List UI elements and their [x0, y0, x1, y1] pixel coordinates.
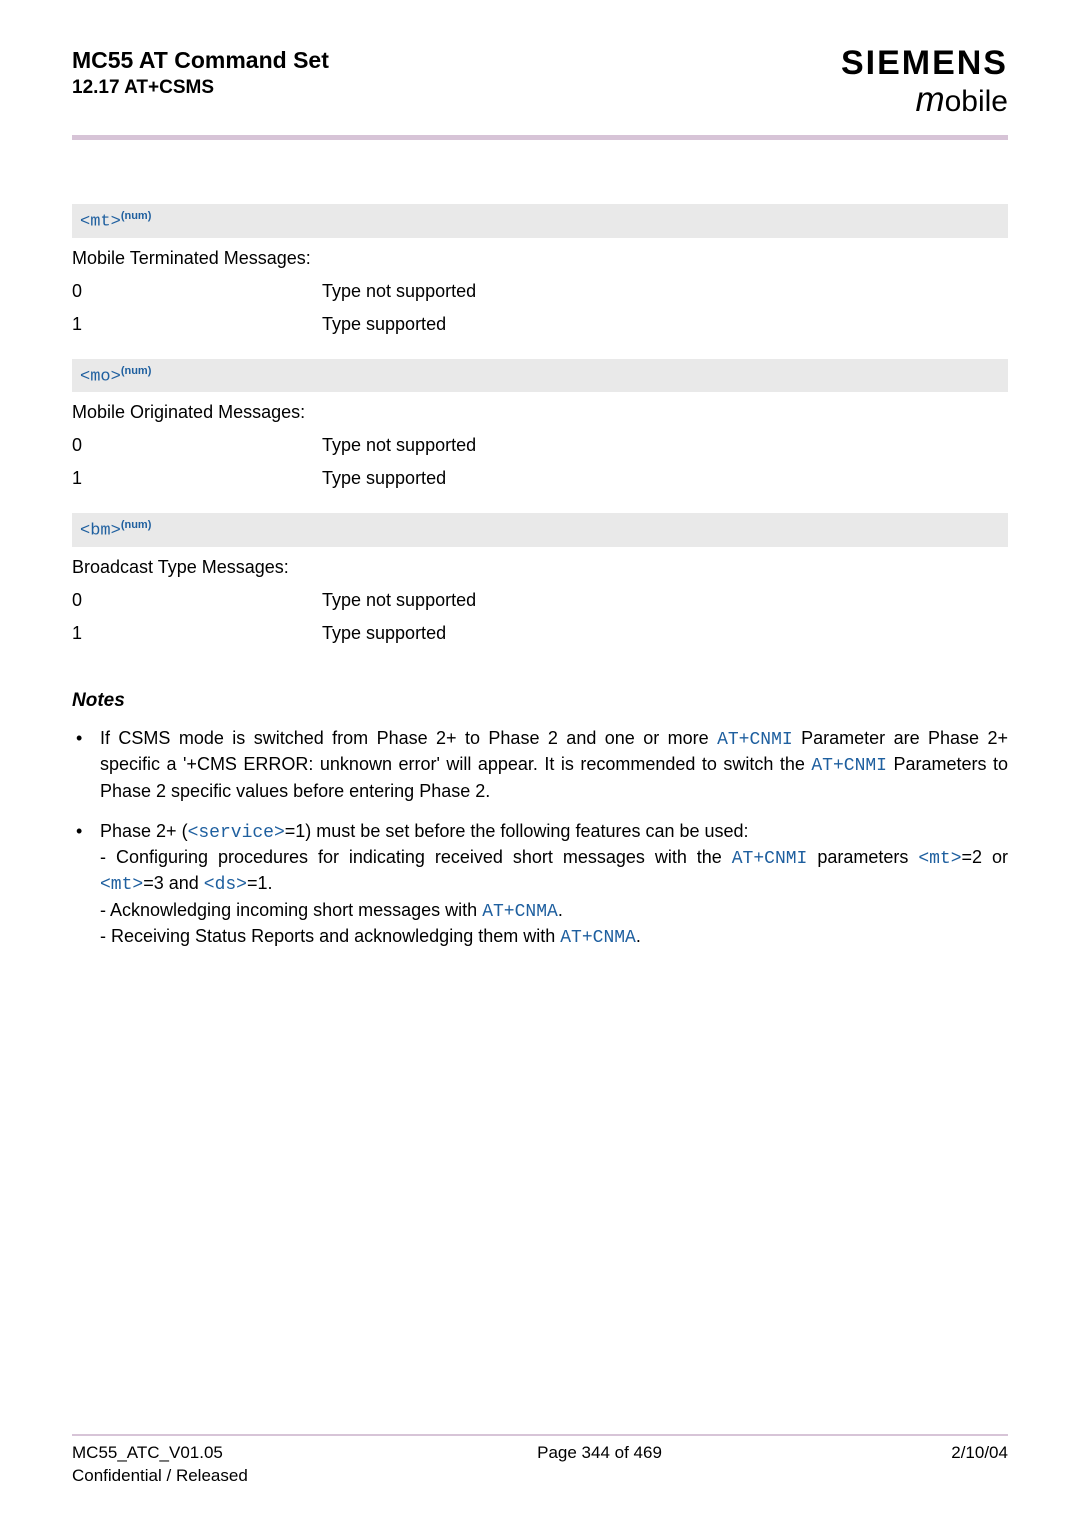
- param-sup-mo: (num): [121, 365, 152, 377]
- note-text: .: [558, 900, 563, 920]
- brand-mobile-rest: obile: [945, 85, 1008, 118]
- code-mt: <mt>: [918, 849, 961, 869]
- doc-subtitle: 12.17 AT+CSMS: [72, 76, 329, 101]
- param-value: Type supported: [322, 617, 1008, 650]
- param-header-bm: <bm>(num): [72, 513, 1008, 547]
- table-row: 1 Type supported: [72, 617, 1008, 650]
- table-row: 0 Type not supported: [72, 584, 1008, 617]
- notes-list: If CSMS mode is switched from Phase 2+ t…: [72, 726, 1008, 966]
- code-service: <service>: [188, 823, 285, 843]
- code-atcnma: AT+CNMA: [560, 928, 636, 948]
- param-key: 1: [72, 462, 322, 495]
- note-subline: - Configuring procedures for indicating …: [100, 845, 1008, 898]
- note-text: =1) must be set before the following fea…: [285, 821, 749, 841]
- param-value: Type supported: [322, 308, 1008, 341]
- param-key: 1: [72, 308, 322, 341]
- param-value: Type supported: [322, 462, 1008, 495]
- param-key: 0: [72, 584, 322, 617]
- code-ds: <ds>: [204, 875, 247, 895]
- brand-siemens: SIEMENS: [841, 46, 1008, 80]
- param-desc-bm: Broadcast Type Messages:: [72, 547, 1008, 584]
- notes-heading: Notes: [72, 690, 1008, 712]
- footer-version: MC55_ATC_V01.05: [72, 1442, 248, 1465]
- note-item: If CSMS mode is switched from Phase 2+ t…: [72, 726, 1008, 803]
- footer-row: MC55_ATC_V01.05 Confidential / Released …: [72, 1442, 1008, 1488]
- note-text: - Acknowledging incoming short messages …: [100, 900, 482, 920]
- note-text: =1.: [247, 873, 273, 893]
- param-section-bm: <bm>(num) Broadcast Type Messages: 0 Typ…: [72, 513, 1008, 650]
- note-subline: - Receiving Status Reports and acknowled…: [100, 924, 1008, 950]
- note-text: =2 or: [962, 847, 1008, 867]
- param-header-mo: <mo>(num): [72, 359, 1008, 393]
- note-text: parameters: [807, 847, 918, 867]
- param-key: 0: [72, 429, 322, 462]
- note-item: Phase 2+ (<service>=1) must be set befor…: [72, 819, 1008, 950]
- param-sup-bm: (num): [121, 519, 152, 531]
- brand-mobile: mobile: [841, 82, 1008, 117]
- param-desc-mt: Mobile Terminated Messages:: [72, 238, 1008, 275]
- note-text: =3 and: [143, 873, 204, 893]
- table-row: 1 Type supported: [72, 308, 1008, 341]
- param-table-bm: 0 Type not supported 1 Type supported: [72, 584, 1008, 650]
- footer-confidential: Confidential / Released: [72, 1465, 248, 1488]
- param-sup-mt: (num): [121, 210, 152, 222]
- param-code-mt: <mt>: [80, 213, 121, 232]
- code-atcnmi: AT+CNMI: [732, 849, 808, 869]
- param-code-bm: <bm>: [80, 522, 121, 541]
- brand-logo: SIEMENS mobile: [841, 46, 1008, 117]
- param-section-mo: <mo>(num) Mobile Originated Messages: 0 …: [72, 359, 1008, 496]
- note-text: - Receiving Status Reports and acknowled…: [100, 926, 560, 946]
- param-section-mt: <mt>(num) Mobile Terminated Messages: 0 …: [72, 204, 1008, 341]
- note-text: Phase 2+ (: [100, 821, 188, 841]
- param-key: 1: [72, 617, 322, 650]
- param-key: 0: [72, 275, 322, 308]
- code-mt: <mt>: [100, 875, 143, 895]
- header-left: MC55 AT Command Set 12.17 AT+CSMS: [72, 46, 329, 101]
- note-text: If CSMS mode is switched from Phase 2+ t…: [100, 728, 717, 748]
- param-header-mt: <mt>(num): [72, 204, 1008, 238]
- note-subline: - Acknowledging incoming short messages …: [100, 898, 1008, 924]
- footer-left: MC55_ATC_V01.05 Confidential / Released: [72, 1442, 248, 1488]
- note-text: .: [636, 926, 641, 946]
- page-footer: MC55_ATC_V01.05 Confidential / Released …: [72, 1434, 1008, 1488]
- param-value: Type not supported: [322, 584, 1008, 617]
- brand-m-accent: m: [915, 80, 944, 119]
- page-header: MC55 AT Command Set 12.17 AT+CSMS SIEMEN…: [72, 46, 1008, 117]
- table-row: 0 Type not supported: [72, 275, 1008, 308]
- code-atcnmi: AT+CNMI: [717, 730, 793, 750]
- param-value: Type not supported: [322, 429, 1008, 462]
- table-row: 0 Type not supported: [72, 429, 1008, 462]
- note-text: - Configuring procedures for indicating …: [100, 847, 732, 867]
- param-code-mo: <mo>: [80, 367, 121, 386]
- code-atcnmi: AT+CNMI: [811, 756, 887, 776]
- footer-date: 2/10/04: [951, 1442, 1008, 1488]
- code-atcnma: AT+CNMA: [482, 902, 558, 922]
- header-divider: [72, 135, 1008, 140]
- param-table-mt: 0 Type not supported 1 Type supported: [72, 275, 1008, 341]
- param-table-mo: 0 Type not supported 1 Type supported: [72, 429, 1008, 495]
- footer-page: Page 344 of 469: [537, 1442, 662, 1488]
- footer-divider: [72, 1434, 1008, 1436]
- table-row: 1 Type supported: [72, 462, 1008, 495]
- param-desc-mo: Mobile Originated Messages:: [72, 392, 1008, 429]
- doc-title: MC55 AT Command Set: [72, 46, 329, 76]
- param-value: Type not supported: [322, 275, 1008, 308]
